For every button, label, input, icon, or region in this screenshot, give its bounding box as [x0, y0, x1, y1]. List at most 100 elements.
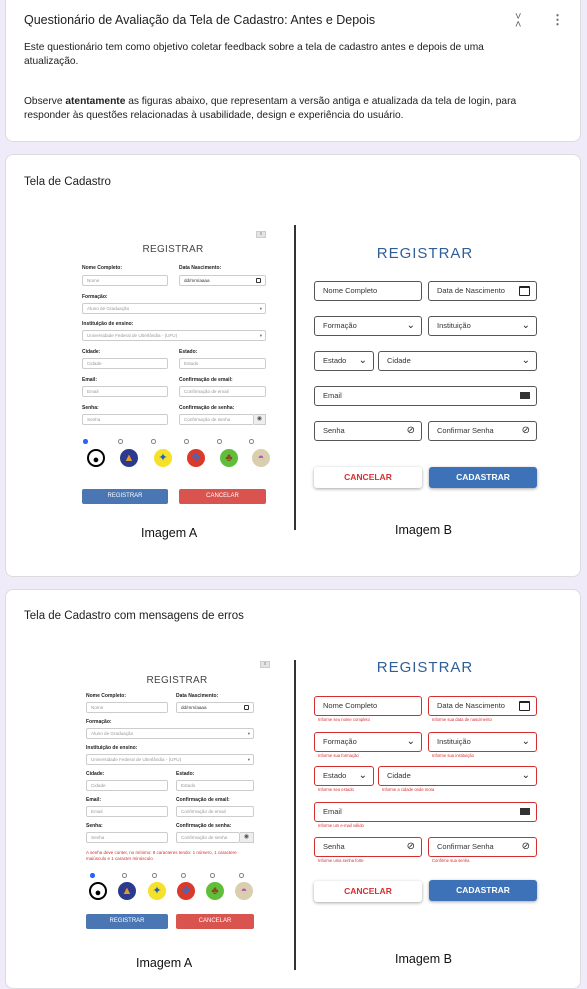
avatar-radio — [210, 873, 215, 878]
form-description: Este questionário tem como objetivo cole… — [24, 42, 484, 67]
cancelar-button: CANCELAR — [314, 881, 422, 902]
calendar-icon — [519, 286, 530, 296]
chevron-down-icon: ⌄ — [521, 770, 530, 781]
section-title: Tela de Cadastro com mensagens de erros — [24, 610, 244, 622]
register-title: REGISTRAR — [146, 675, 208, 686]
email-label: Email: — [86, 797, 102, 803]
instituicao-error-hint: Informe sua instituição — [432, 753, 474, 758]
section-card-tela-cadastro-erros: Tela de Cadastro com mensagens de erros … — [5, 589, 581, 989]
eye-off-icon: ⊘ — [406, 841, 415, 852]
form-instructions: Observe atentamente as figuras abaixo, q… — [24, 96, 517, 121]
confirm-senha-input: Confirmação de senha — [179, 414, 254, 425]
instituicao-select: Instituição ⌄ — [428, 316, 537, 336]
section-title: Tela de Cadastro — [24, 176, 111, 188]
image-b-new-form: REGISTRAR Nome Completo Data de Nascimen… — [312, 241, 538, 491]
butterfly-icon: ✥ — [187, 449, 205, 467]
avatar-radio — [118, 439, 123, 444]
cidade-select: Cidade ⌄ — [378, 351, 537, 371]
senha-label: Senha: — [86, 823, 103, 829]
close-icon: x — [260, 661, 270, 668]
chevron-down-icon: ⌄ — [358, 355, 367, 366]
confirm-senha-error-hint: Confirme sua senha — [432, 858, 470, 863]
chevron-down-icon: ⌄ — [521, 736, 530, 747]
nascimento-input: dd/mm/aaaa — [179, 275, 266, 286]
confirm-senha-label: Confirmação de senha: — [176, 823, 232, 829]
image-a-old-form: x REGISTRAR Nome Completo: Data Nascimen… — [80, 231, 270, 506]
senha-input: Senha ⊘ — [314, 837, 422, 857]
nascimento-error-hint: Informe sua data de nascimento — [432, 717, 492, 722]
register-title: REGISTRAR — [376, 245, 474, 262]
cidade-label: Cidade: — [86, 771, 105, 777]
email-input: Email — [314, 386, 537, 406]
instituicao-select: Universidade Federal de Uberlândia - (UF… — [82, 330, 266, 341]
cancelar-button: CANCELAR — [314, 467, 422, 488]
user-icon: ● — [89, 882, 107, 900]
globe-icon: ▲ — [120, 449, 138, 467]
collapse-icon[interactable]: ˅ ˄ — [515, 12, 521, 31]
nascimento-input: Data de Nascimento — [428, 281, 537, 301]
cadastrar-button: CADASTRAR — [429, 467, 537, 488]
email-error-hint: Informe um e-mail válido — [318, 823, 364, 828]
avatar-radio — [83, 439, 88, 444]
divider — [294, 225, 296, 530]
caption-image-b: Imagem B — [395, 523, 452, 537]
confirm-email-input: Confirmação de email — [176, 806, 254, 817]
confirm-senha-input: Confirmar Senha ⊘ — [428, 837, 537, 857]
senha-input: Senha — [86, 832, 168, 843]
nascimento-input: Data de Nascimento — [428, 696, 537, 716]
email-label: Email: — [82, 377, 98, 383]
caption-image-b: Imagem B — [395, 952, 452, 966]
user-icon: ● — [87, 449, 105, 467]
tree-icon: ♣ — [206, 882, 224, 900]
estado-label: Estado: — [176, 771, 195, 777]
avatar-radio — [217, 439, 222, 444]
estado-input: Estado — [176, 780, 254, 791]
senha-error-hint: Informe uma senha forte — [318, 858, 364, 863]
nascimento-input: dd/mm/aaaa — [176, 702, 254, 713]
image-a-old-form-errors: x REGISTRAR Nome Completo: Data Nascimen… — [84, 661, 270, 936]
avatar-radio — [184, 439, 189, 444]
registrar-button: REGISTRAR — [86, 914, 168, 929]
formacao-label: Formação: — [86, 719, 112, 725]
estado-error-hint: Informe seu estado — [318, 787, 354, 792]
form-header-card: Questionário de Avaliação da Tela de Cad… — [5, 0, 581, 142]
bird-icon: ✦ — [148, 882, 166, 900]
tree-icon: ♣ — [220, 449, 238, 467]
cidade-label: Cidade: — [82, 349, 101, 355]
avatar-radio — [90, 873, 95, 878]
eye-off-icon: ⊘ — [406, 425, 415, 436]
register-title: REGISTRAR — [376, 659, 474, 676]
rainbow-icon: ◓ — [235, 882, 253, 900]
nome-error-hint: Informe seu nome completo — [318, 717, 370, 722]
caption-image-a: Imagem A — [141, 526, 198, 540]
nome-input: Nome — [86, 702, 168, 713]
avatar-radio — [152, 873, 157, 878]
form-title: Questionário de Avaliação da Tela de Cad… — [24, 13, 376, 27]
eye-icon: ◉ — [240, 832, 254, 843]
estado-select: Estado ⌄ — [314, 766, 374, 786]
confirm-senha-label: Confirmação de senha: — [179, 405, 235, 411]
instituicao-select: Universidade Federal de Uberlândia - (UF… — [86, 754, 254, 765]
eye-off-icon: ⊘ — [521, 841, 530, 852]
email-input: Email — [82, 386, 168, 397]
image-b-new-form-errors: REGISTRAR Nome Completo Informe seu nome… — [312, 656, 538, 906]
confirm-senha-input: Confirmar Senha ⊘ — [428, 421, 537, 441]
nome-input: Nome — [82, 275, 168, 286]
email-input: Email — [314, 802, 537, 822]
password-error-message: A senha deve conter, no mínimo: 8 caract… — [86, 850, 237, 861]
senha-label: Senha: — [82, 405, 99, 411]
caption-image-a: Imagem A — [136, 956, 193, 970]
close-icon: x — [256, 231, 266, 238]
avatar-radio — [181, 873, 186, 878]
section-card-tela-cadastro: Tela de Cadastro x REGISTRAR Nome Comple… — [5, 154, 581, 577]
avatar-radio — [249, 439, 254, 444]
cidade-select: Cidade ⌄ — [378, 766, 537, 786]
instituicao-select: Instituição ⌄ — [428, 732, 537, 752]
more-options-icon[interactable]: ⋮ — [551, 12, 564, 28]
registrar-button: REGISTRAR — [82, 489, 168, 504]
register-title: REGISTRAR — [142, 244, 204, 255]
nome-label: Nome Completo: — [86, 693, 126, 699]
calendar-icon — [519, 701, 530, 711]
instituicao-label: Instituição de ensino: — [86, 745, 138, 751]
formacao-select: Formação ⌄ — [314, 316, 422, 336]
